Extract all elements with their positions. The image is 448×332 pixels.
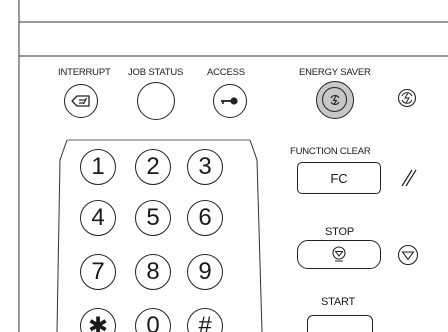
energy-saver-button[interactable] (316, 81, 354, 119)
key-3[interactable]: 3 (187, 149, 223, 185)
control-panel: INTERRUPT JOB STATUS ACCESS ENERGY SAVER (0, 0, 448, 332)
function-clear-label: FUNCTION CLEAR (290, 146, 371, 157)
key-9[interactable]: 9 (187, 254, 223, 290)
key-icon (221, 97, 238, 105)
interrupt-button[interactable] (64, 84, 98, 118)
function-clear-button[interactable]: FC (297, 162, 381, 194)
start-label: START (321, 296, 356, 308)
access-label: ACCESS (207, 67, 245, 78)
key-8[interactable]: 8 (135, 254, 171, 290)
stop-button[interactable] (297, 240, 381, 269)
interrupt-label: INTERRUPT (58, 67, 111, 78)
job-status-button[interactable] (137, 82, 175, 120)
energy-saver-indicator-icon (397, 88, 417, 108)
key-1[interactable]: 1 (80, 149, 116, 185)
key-5[interactable]: 5 (135, 200, 171, 236)
energy-saver-icon (330, 95, 340, 105)
key-7[interactable]: 7 (80, 254, 116, 290)
key-6[interactable]: 6 (187, 200, 223, 236)
stop-button-icon (332, 246, 346, 262)
start-button[interactable] (307, 315, 373, 332)
job-status-label: JOB STATUS (128, 67, 184, 78)
function-clear-icon (401, 169, 417, 187)
function-clear-button-text: FC (330, 171, 348, 186)
interrupt-icon (71, 95, 90, 107)
stop-icon (397, 244, 419, 266)
key-2[interactable]: 2 (135, 149, 171, 185)
energy-saver-label: ENERGY SAVER (299, 67, 371, 78)
access-button[interactable] (213, 84, 247, 118)
stop-label: STOP (325, 226, 354, 238)
key-4[interactable]: 4 (80, 200, 116, 236)
